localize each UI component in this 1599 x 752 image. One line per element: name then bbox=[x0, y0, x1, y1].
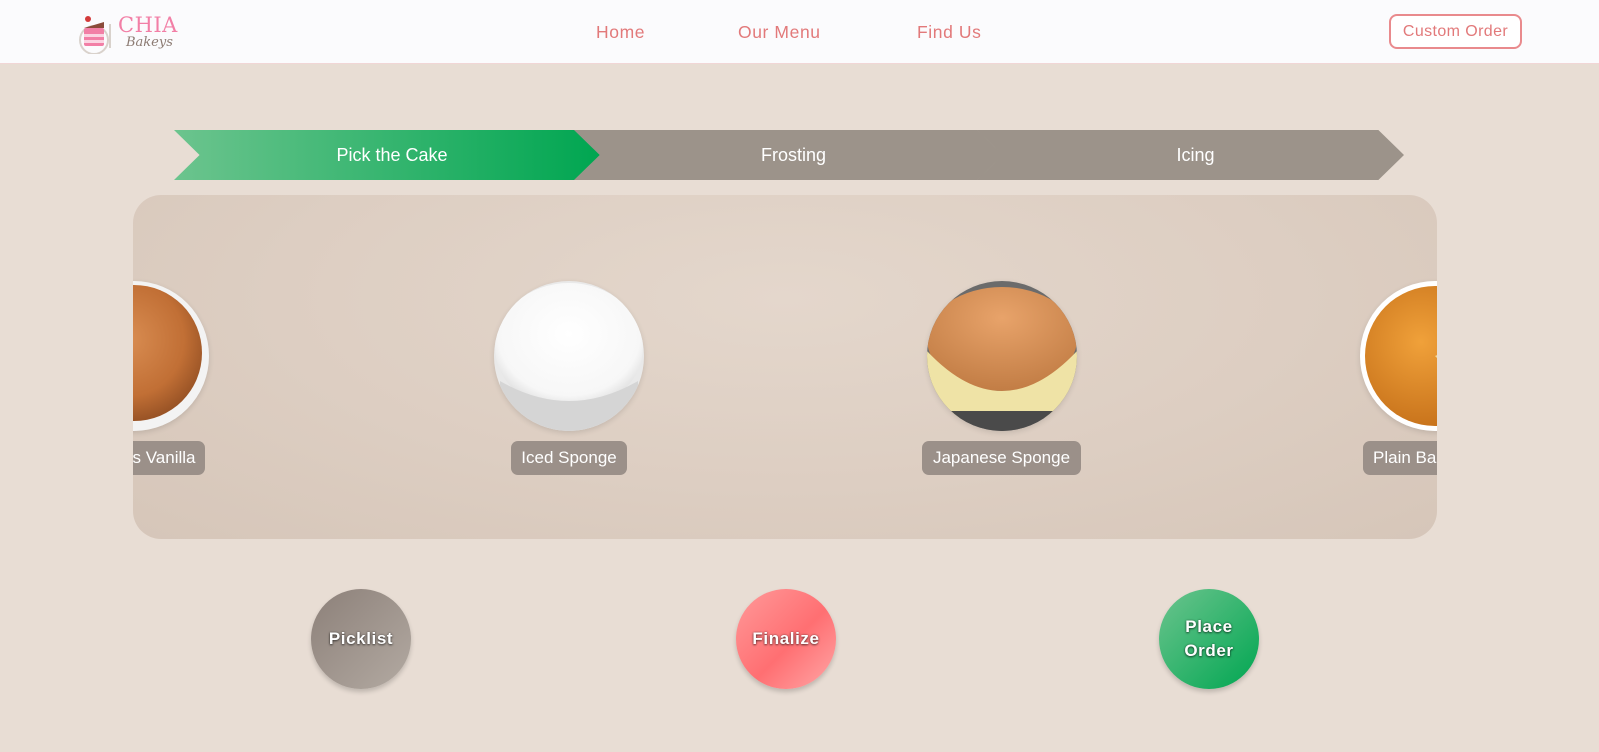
cake-carousel[interactable]: s Vanilla Iced Sponge Japanese Sponge Pl… bbox=[133, 195, 1437, 539]
step-pick-cake[interactable]: Pick the Cake bbox=[174, 130, 600, 180]
cake-label-iced-sponge[interactable]: Iced Sponge bbox=[511, 441, 627, 475]
step-icing[interactable]: Icing bbox=[977, 130, 1404, 180]
picklist-button[interactable]: Picklist bbox=[311, 589, 411, 689]
cake-label-japanese-sponge[interactable]: Japanese Sponge bbox=[922, 441, 1081, 475]
custom-order-button[interactable]: Custom Order bbox=[1389, 14, 1522, 49]
nav-home-link[interactable]: Home bbox=[596, 22, 645, 43]
cake-image-vanilla[interactable] bbox=[133, 281, 209, 431]
main-nav: Home Our Menu Find Us bbox=[0, 22, 1599, 44]
step-frosting[interactable]: Frosting bbox=[574, 130, 1003, 180]
step-label: Icing bbox=[1176, 144, 1215, 165]
cake-image-japanese-sponge[interactable] bbox=[927, 281, 1077, 431]
cake-label-vanilla[interactable]: s Vanilla bbox=[133, 441, 205, 475]
finalize-button[interactable]: Finalize bbox=[736, 589, 836, 689]
top-navbar: CHIA Bakeys Home Our Menu Find Us Custom… bbox=[0, 0, 1599, 64]
cake-image-plain[interactable] bbox=[1360, 281, 1437, 431]
step-label: Pick the Cake bbox=[336, 144, 448, 165]
nav-menu-link[interactable]: Our Menu bbox=[738, 22, 821, 43]
nav-find-us-link[interactable]: Find Us bbox=[917, 22, 982, 43]
step-label: Frosting bbox=[760, 144, 827, 165]
cake-image-iced-sponge[interactable] bbox=[494, 281, 644, 431]
cake-label-plain[interactable]: Plain Ba bbox=[1363, 441, 1437, 475]
place-order-button[interactable]: Place Order bbox=[1159, 589, 1259, 689]
place-order-label: Place Order bbox=[1184, 617, 1234, 660]
